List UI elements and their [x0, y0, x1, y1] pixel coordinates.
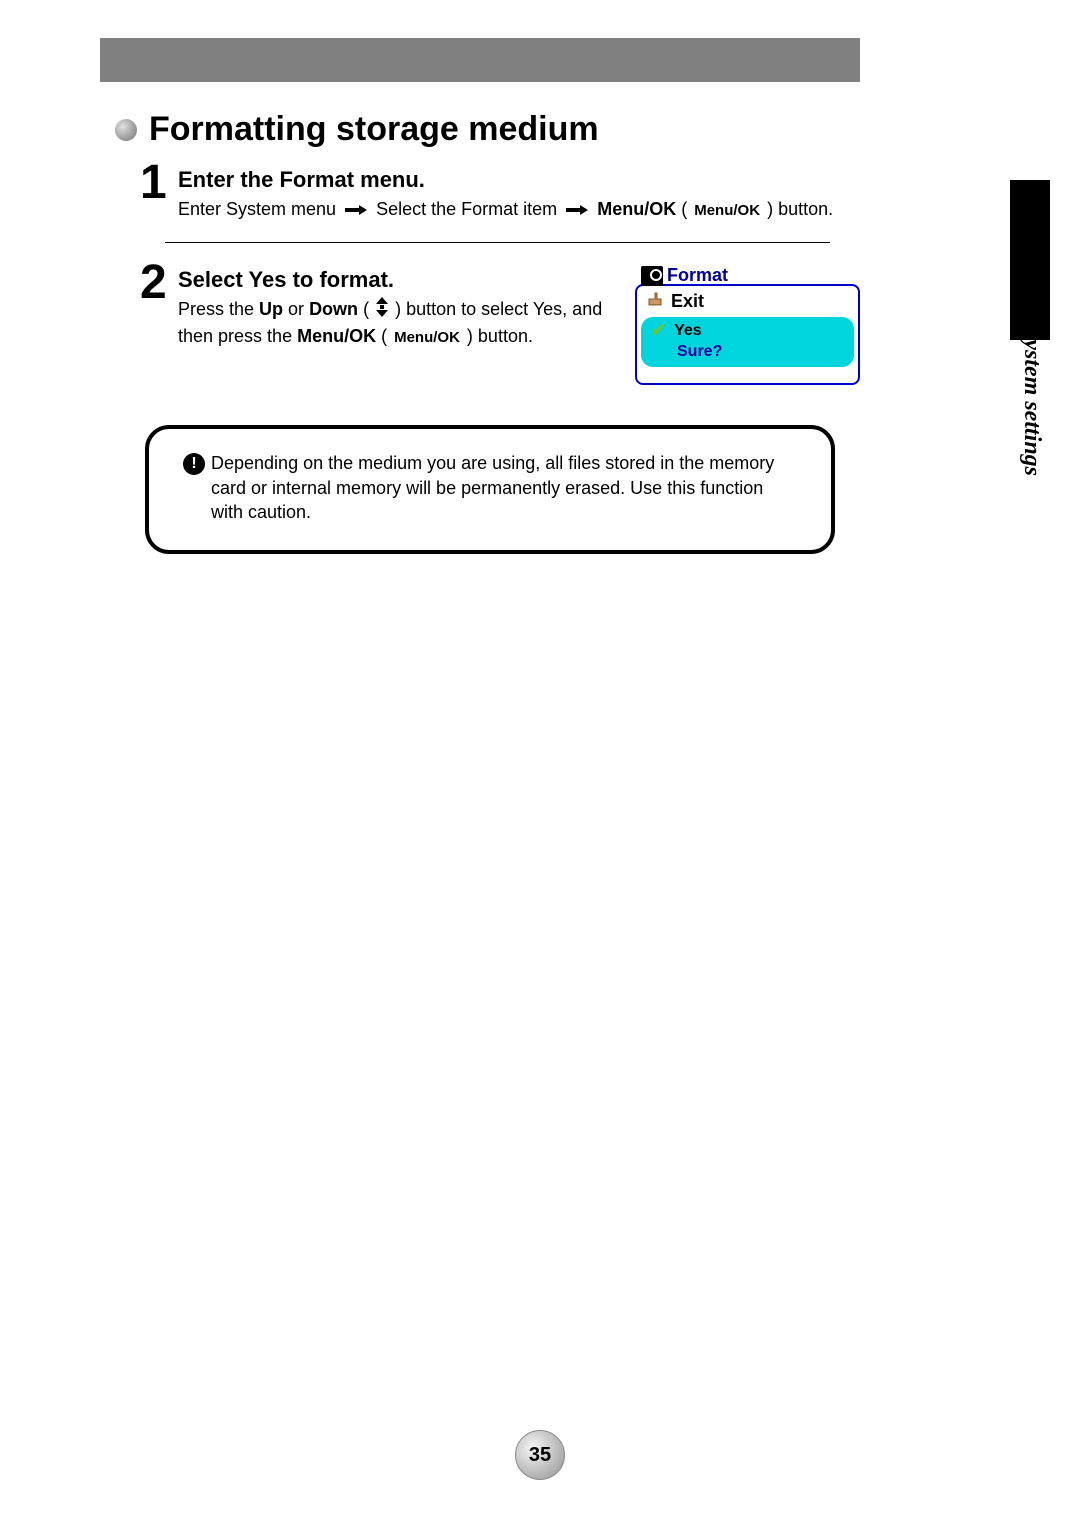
side-tab-marker	[1010, 180, 1050, 340]
arrow-icon	[566, 198, 588, 222]
device-menu-preview: Format Exit ✔ Yes	[635, 265, 860, 385]
menu-header: Format	[635, 265, 860, 286]
menu-confirm-text: Sure?	[651, 343, 844, 361]
exclamation-icon: !	[183, 453, 205, 475]
step2-heading: Select Yes to format.	[178, 267, 615, 293]
step-number-2: 2	[140, 259, 170, 307]
camera-icon	[641, 266, 663, 286]
step-number-1: 1	[140, 159, 170, 207]
bullet-icon	[115, 119, 137, 141]
warning-box: ! Depending on the medium you are using,…	[145, 425, 835, 554]
menuok-button-label: Menu/OK	[392, 328, 462, 348]
menuok-button-label: Menu/OK	[692, 201, 762, 221]
step-2: 2 Select Yes to format. Press the Up or …	[115, 259, 860, 385]
hand-icon	[647, 291, 663, 312]
divider	[165, 242, 830, 243]
header-banner	[100, 38, 860, 82]
step2-text: Press the Up or Down ( ) button to selec…	[178, 297, 615, 348]
page-number: 35	[515, 1430, 565, 1480]
step-1: 1 Enter the Format menu. Enter System me…	[115, 159, 860, 222]
warning-text: Depending on the medium you are using, a…	[211, 451, 797, 524]
updown-icon	[374, 297, 390, 323]
check-icon: ✔	[651, 320, 666, 341]
menu-item-exit[interactable]: Exit	[637, 288, 858, 315]
arrow-icon	[345, 198, 367, 222]
step1-text: Enter System menu Select the Format item…	[178, 197, 860, 222]
menu-item-yes-highlight[interactable]: ✔ Yes Sure?	[641, 317, 854, 367]
page-title-row: Formatting storage medium	[115, 110, 860, 149]
page-title: Formatting storage medium	[149, 110, 599, 149]
section-label: system settings	[1018, 330, 1045, 476]
step1-heading: Enter the Format menu.	[178, 167, 860, 193]
